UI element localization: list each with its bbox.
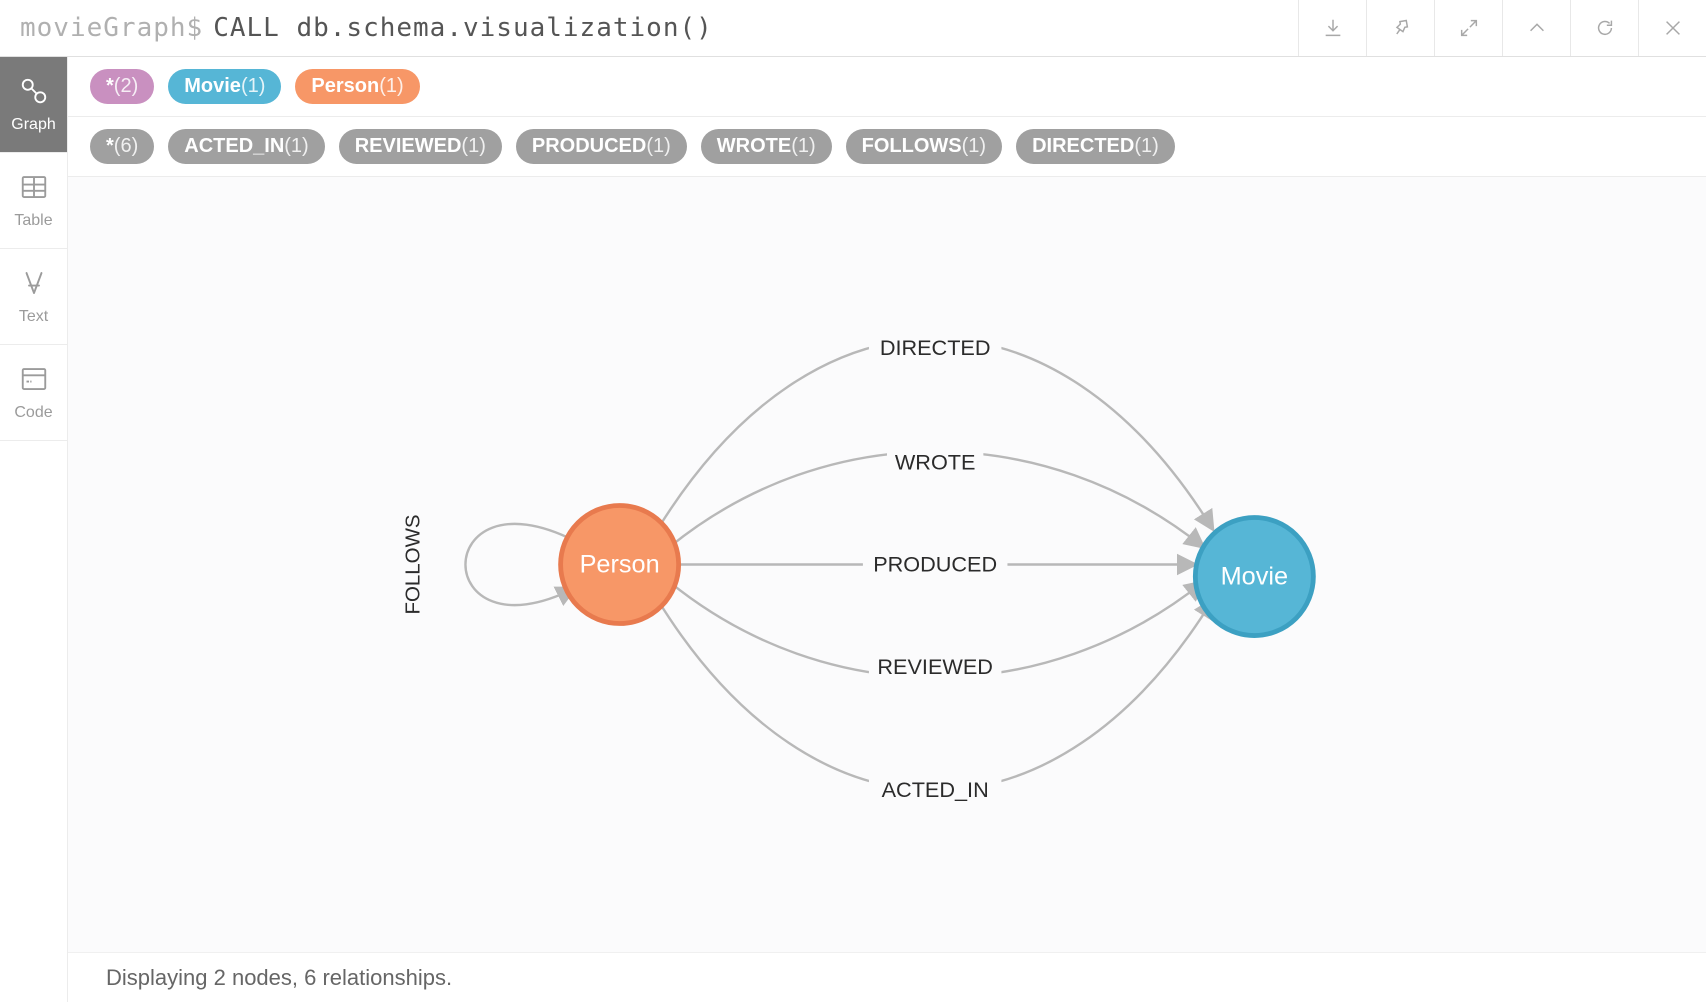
edge-label-acted-in: ACTED_IN — [882, 777, 989, 802]
rel-pill-directed[interactable]: DIRECTED(1) — [1016, 129, 1175, 164]
tab-label: Table — [14, 212, 52, 230]
pin-button[interactable] — [1366, 0, 1434, 56]
collapse-up-button[interactable] — [1502, 0, 1570, 56]
query-text: CALL db.schema.visualization() — [203, 13, 713, 43]
tab-table[interactable]: Table — [0, 153, 67, 249]
status-bar: Displaying 2 nodes, 6 relationships. — [68, 952, 1706, 1002]
graph-canvas[interactable]: FOLLOWS DIRECTED WROTE PRODUCED REVIEWED — [68, 177, 1706, 952]
tab-code[interactable]: Code — [0, 345, 67, 441]
rerun-button[interactable] — [1570, 0, 1638, 56]
edge-label-produced: PRODUCED — [873, 552, 997, 577]
close-button[interactable] — [1638, 0, 1706, 56]
rel-pill-wrote[interactable]: WROTE(1) — [701, 129, 832, 164]
rel-types-row: *(6) ACTED_IN(1) REVIEWED(1) PRODUCED(1)… — [68, 117, 1706, 177]
node-movie-label: Movie — [1221, 563, 1288, 591]
rel-pill-follows[interactable]: FOLLOWS(1) — [846, 129, 1002, 164]
node-pill-movie[interactable]: Movie(1) — [168, 69, 281, 104]
view-tabs: Graph Table Text Code — [0, 57, 68, 1002]
prompt-label: movieGraph$ — [0, 13, 203, 43]
top-actions — [1298, 0, 1706, 56]
node-pill-all[interactable]: *(2) — [90, 69, 154, 104]
rel-pill-reviewed[interactable]: REVIEWED(1) — [339, 129, 502, 164]
tab-label: Code — [14, 404, 52, 422]
node-person-label: Person — [580, 551, 660, 579]
rel-pill-produced[interactable]: PRODUCED(1) — [516, 129, 687, 164]
edge-follows[interactable] — [465, 524, 573, 605]
download-button[interactable] — [1298, 0, 1366, 56]
expand-button[interactable] — [1434, 0, 1502, 56]
edge-label-reviewed: REVIEWED — [877, 654, 993, 679]
tab-graph[interactable]: Graph — [0, 57, 67, 153]
tab-text[interactable]: Text — [0, 249, 67, 345]
rel-pill-all[interactable]: *(6) — [90, 129, 154, 164]
tab-label: Text — [19, 308, 48, 326]
tab-label: Graph — [11, 116, 55, 134]
node-labels-row: *(2) Movie(1) Person(1) — [68, 57, 1706, 117]
edge-label-wrote: WROTE — [895, 449, 976, 474]
status-text: Displaying 2 nodes, 6 relationships. — [106, 965, 452, 991]
rel-pill-acted-in[interactable]: ACTED_IN(1) — [168, 129, 324, 164]
edge-label-directed: DIRECTED — [880, 335, 991, 360]
edge-label-follows: FOLLOWS — [402, 514, 425, 614]
node-pill-person[interactable]: Person(1) — [295, 69, 419, 104]
query-bar: movieGraph$ CALL db.schema.visualization… — [0, 0, 1706, 57]
